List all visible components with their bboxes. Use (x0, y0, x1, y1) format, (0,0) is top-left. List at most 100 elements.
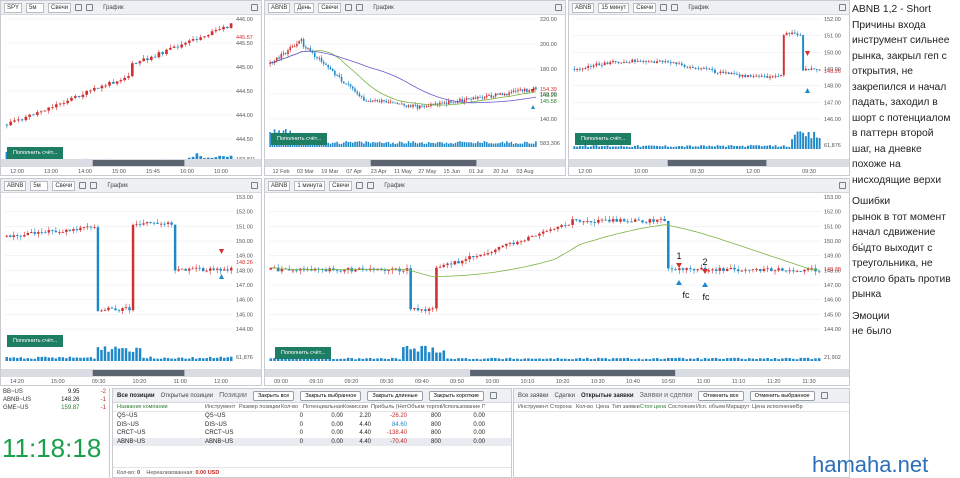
column-header[interactable]: Исп. объем (696, 403, 726, 411)
column-header[interactable]: Цена (596, 403, 612, 411)
volume-bar (365, 141, 367, 147)
volume-bar (332, 359, 335, 361)
column-header[interactable]: Цена исполнения (752, 403, 796, 411)
candle-body (70, 97, 73, 101)
volume-bar (758, 145, 760, 149)
volume-bar (803, 357, 806, 361)
fill-account-button[interactable]: Пополнить счёт... (275, 347, 332, 359)
column-header[interactable]: Состояние (668, 403, 696, 411)
candle-body (107, 307, 110, 311)
table-cell: 0.00 (331, 430, 343, 436)
volume-bar (394, 358, 398, 361)
chart-canvas[interactable]: 220.00200.00180.00160.00140.0012 Feb 03 M… (265, 1, 566, 176)
table-row[interactable]: ABNB~US ABNB~US 0 0.00 4.40 -70.40 800 0.00 (113, 437, 511, 446)
chart-panel-abnb-1m[interactable]: ABNB 1 минута Свечи График 153.00 152.00 1… (264, 178, 850, 386)
candle-body (28, 114, 32, 117)
column-header[interactable]: Сторона (550, 403, 576, 411)
gear-icon[interactable] (820, 392, 828, 399)
volume-bar (689, 358, 692, 361)
candle-body (54, 104, 58, 108)
volume-bar (730, 145, 733, 149)
volume-bar (788, 358, 792, 361)
price-tick-label: 150.00 (824, 239, 841, 245)
column-header[interactable]: Потенциальная (303, 403, 343, 411)
column-header[interactable]: Стоп цена (640, 403, 668, 411)
fill-account-button[interactable]: Пополнить счёт... (7, 147, 64, 159)
column-header[interactable]: Название компании (117, 403, 205, 411)
chart-canvas[interactable]: 153.00152.00151.00150.00149.00148.00147.… (1, 179, 262, 386)
candle-body (545, 230, 549, 232)
volume-bar (751, 358, 755, 361)
column-header[interactable]: Прибыль (Нет) (371, 403, 407, 411)
column-header[interactable]: Кол-во (281, 403, 303, 411)
watchlist-row[interactable]: BB~US 9.95 -2 (0, 388, 109, 396)
column-header[interactable]: Маршрут (726, 403, 752, 411)
candle-body (345, 83, 347, 85)
tab-open-orders[interactable]: Открытые заявки (581, 393, 634, 399)
candle-body (573, 69, 576, 70)
column-header[interactable]: Размер позиции (239, 403, 281, 411)
candle-body (356, 91, 358, 94)
column-header[interactable]: Кол-во (576, 403, 596, 411)
column-header[interactable]: Тип заявки (612, 403, 640, 411)
chart-panel-abnb-5m[interactable]: ABNB 5м Свечи График 153.00 152.00 151.00 1… (0, 178, 262, 386)
table-row[interactable]: QS~US QS~US 0 0.00 2.20 -26.20 800 0.00 (113, 412, 511, 421)
close-all-button[interactable]: Закрыть все (252, 390, 295, 401)
volume-bar (287, 359, 291, 361)
candle-body (777, 75, 780, 77)
column-header[interactable]: Инструмент (205, 403, 239, 411)
cancel-selected-button[interactable]: Отменить выбранное (749, 390, 815, 401)
tab-all-orders[interactable]: Все заявки (518, 393, 549, 399)
chart-panel-abnb-15m[interactable]: ABNB 15 минут Свечи График 152.00 151.00 1… (568, 0, 850, 176)
volume-bar (117, 348, 121, 361)
tab-all-positions[interactable]: Все позиции (117, 393, 155, 399)
column-header[interactable]: Вр (796, 403, 806, 411)
time-tick-label: 10:00 (214, 169, 228, 175)
volume-label: 21,902 (824, 355, 841, 361)
chart-canvas[interactable]: 152.00151.00150.00149.00148.00147.00146.… (569, 1, 850, 176)
gear-icon[interactable] (489, 392, 497, 399)
candle-body (431, 308, 435, 310)
close-short-button[interactable]: Закрыть короткие (428, 390, 484, 401)
fill-account-button[interactable]: Пополнить счёт... (575, 133, 632, 145)
tab-open-positions[interactable]: Открытые позиции (161, 393, 214, 399)
candle-body (198, 267, 201, 269)
candle-body (492, 96, 495, 98)
candle-body (642, 61, 645, 62)
candle-body (771, 76, 774, 78)
watchlist-row[interactable] (0, 412, 109, 420)
chart-canvas[interactable]: 153.00152.00151.00150.00149.00148.00147.… (265, 179, 850, 386)
fill-account-button[interactable]: Пополнить счёт... (271, 133, 328, 145)
watchlist-row[interactable]: ABNB~US 148.26 -1 (0, 396, 109, 404)
close-long-button[interactable]: Закрыть длинные (367, 390, 423, 401)
chart-panel-spy[interactable]: SPY 5м Свечи График 446.00 445.50 445.00 44… (0, 0, 262, 176)
fill-account-button[interactable]: Пополнить счёт... (7, 335, 64, 347)
fc-mark-1: fc (682, 290, 690, 300)
candle-body (418, 105, 421, 109)
close-selected-button[interactable]: Закрыть выбранное (300, 390, 362, 401)
candle-body (468, 256, 471, 260)
candle-body (12, 235, 15, 237)
column-header[interactable]: Использование ПС (441, 403, 485, 411)
tab-trades[interactable]: Сделки (555, 393, 575, 399)
table-row[interactable]: DIS~US DIS~US 0 0.00 4.40 84.60 800 0.00 (113, 421, 511, 430)
volume-bar (641, 359, 644, 361)
cancel-all-button[interactable]: Отменить все (698, 390, 744, 401)
notes-reasons: Причины входа инструмент сильнее рынка, за… (852, 20, 950, 186)
candle-body (472, 97, 475, 100)
volume-bar (356, 141, 358, 147)
candle-body (13, 120, 16, 122)
watchlist: BB~US 9.95 -2 ABNB~US 148.26 -1 GME~US 159.87 -1… (0, 388, 110, 478)
volume-bar (483, 141, 486, 147)
candle-body (763, 75, 766, 77)
volume-label: 61,876 (236, 355, 253, 361)
column-header[interactable]: Инструмент (518, 403, 550, 411)
watchlist-row[interactable]: GME~US 159.87 -1 (0, 404, 109, 412)
candle-body (636, 60, 639, 62)
table-row[interactable]: CRCT~US CRCT~US 0 0.00 4.40 -138.40 800 0.00 (113, 429, 511, 438)
column-header[interactable]: Комиссии (343, 403, 371, 411)
column-header[interactable]: Объем торгов (407, 403, 441, 411)
chart-panel-abnb-day[interactable]: ABNB День Свечи График 220.00 200.00 180.0… (264, 0, 566, 176)
volume-bar (110, 349, 114, 361)
volume-label: 583,306 (540, 141, 560, 147)
